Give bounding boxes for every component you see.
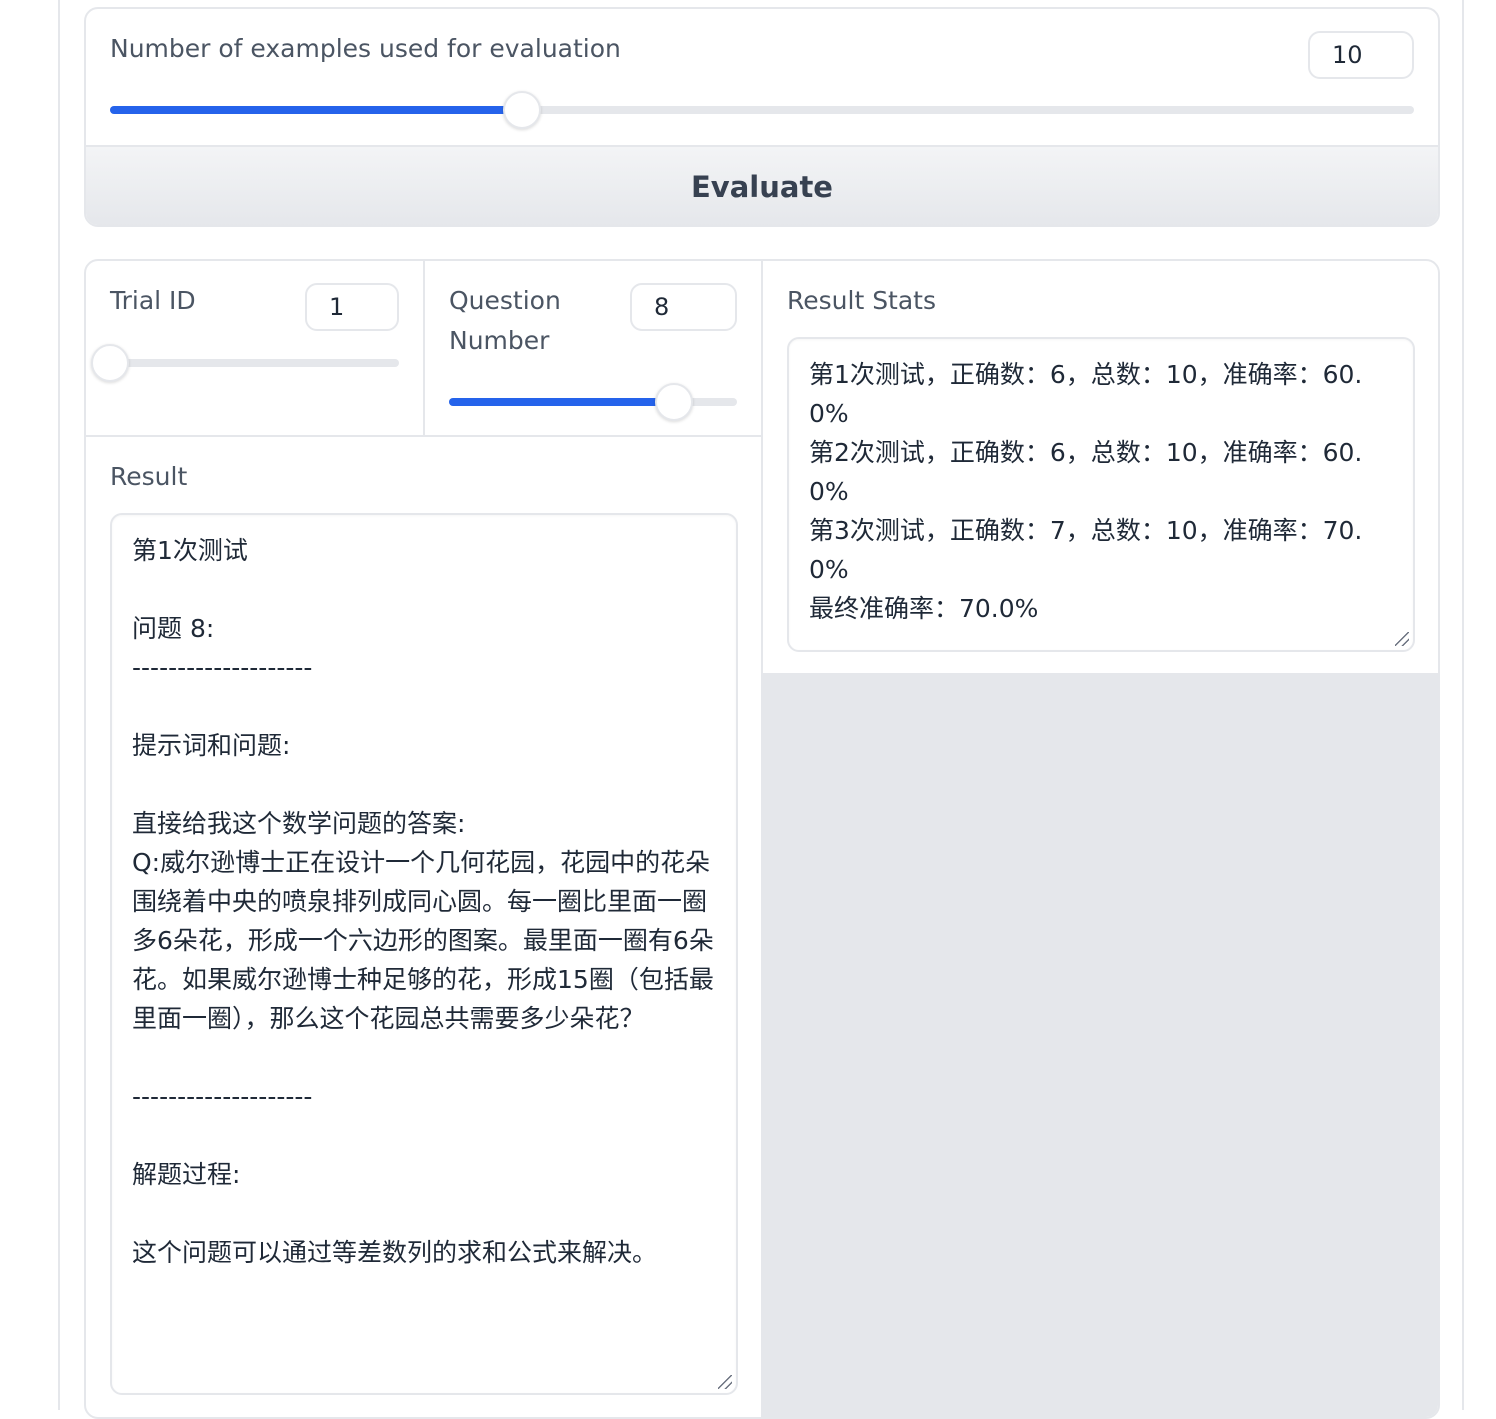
examples-number-input[interactable]: 10 bbox=[1308, 31, 1414, 79]
result-stats-text: 第1次测试，正确数：6，总数：10，准确率：60.0% 第2次测试，正确数：6，… bbox=[809, 360, 1363, 623]
result-stats-textarea[interactable]: 第1次测试，正确数：6，总数：10，准确率：60.0% 第2次测试，正确数：6，… bbox=[787, 337, 1415, 652]
examples-slider-track[interactable] bbox=[110, 106, 1414, 114]
results-panel: Trial ID 1 Question Number 8 Result 第1次测… bbox=[84, 259, 1440, 1419]
trial-id-label: Trial ID bbox=[110, 286, 196, 315]
resize-handle-icon[interactable] bbox=[718, 1375, 732, 1389]
examples-slider-thumb[interactable] bbox=[503, 91, 542, 129]
trial-id-slider-track[interactable] bbox=[110, 359, 399, 367]
question-number-input[interactable]: 8 bbox=[630, 283, 737, 331]
question-number-slider-fill bbox=[449, 398, 674, 406]
result-stats-card: Result Stats 第1次测试，正确数：6，总数：10，准确率：60.0%… bbox=[763, 261, 1438, 673]
result-textarea[interactable]: 第1次测试 问题 8: -------------------- 提示词和问题:… bbox=[110, 513, 738, 1395]
result-label: Result bbox=[110, 462, 188, 491]
question-number-slider-track[interactable] bbox=[449, 398, 737, 406]
left-column: Trial ID 1 Question Number 8 Result 第1次测… bbox=[86, 261, 763, 1417]
question-number-label-line2: Number bbox=[449, 326, 550, 355]
trial-id-slider-thumb[interactable] bbox=[91, 344, 129, 382]
question-number-control: Question Number 8 bbox=[425, 261, 761, 437]
examples-label: Number of examples used for evaluation bbox=[110, 34, 621, 63]
trial-id-number-input[interactable]: 1 bbox=[305, 283, 399, 331]
question-number-slider-thumb[interactable] bbox=[654, 383, 693, 421]
evaluation-panel: Number of examples used for evaluation 1… bbox=[84, 7, 1440, 227]
result-stats-label: Result Stats bbox=[787, 286, 937, 315]
question-number-label-line1: Question bbox=[449, 286, 561, 315]
trial-id-control: Trial ID 1 bbox=[86, 261, 425, 437]
evaluate-button[interactable]: Evaluate bbox=[86, 145, 1438, 225]
result-text: 第1次测试 问题 8: -------------------- 提示词和问题:… bbox=[132, 536, 714, 1267]
examples-slider-fill bbox=[110, 106, 523, 114]
right-column: Result Stats 第1次测试，正确数：6，总数：10，准确率：60.0%… bbox=[763, 261, 1438, 1417]
resize-handle-icon[interactable] bbox=[1395, 632, 1409, 646]
